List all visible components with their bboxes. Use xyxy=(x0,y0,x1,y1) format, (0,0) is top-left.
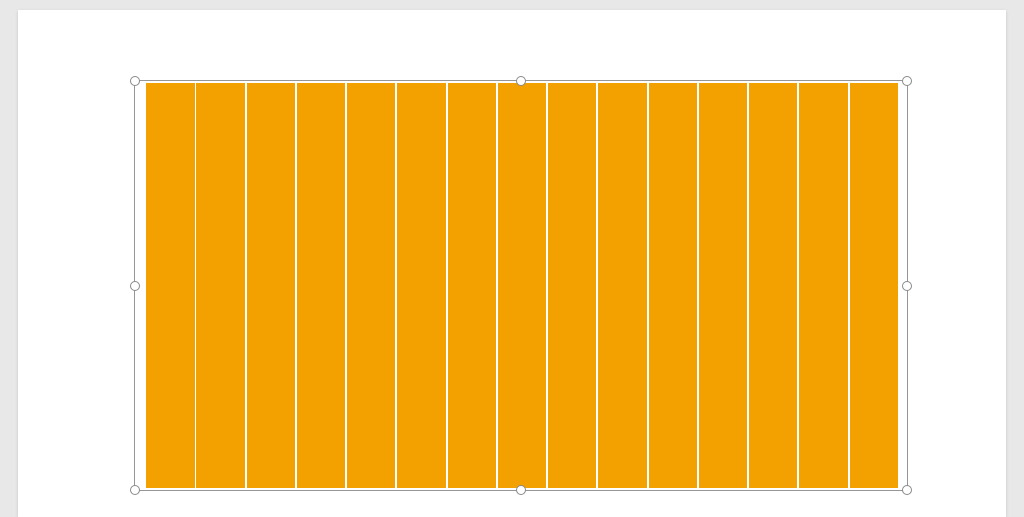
bar-slot xyxy=(296,83,346,488)
plot-area[interactable] xyxy=(145,83,899,488)
resize-handle-bottom-middle[interactable] xyxy=(516,485,526,495)
resize-handle-top-left[interactable] xyxy=(130,76,140,86)
bar[interactable] xyxy=(146,83,195,488)
bar-slot xyxy=(698,83,748,488)
bar[interactable] xyxy=(799,83,847,488)
resize-handle-bottom-left[interactable] xyxy=(130,485,140,495)
resize-handle-middle-right[interactable] xyxy=(902,281,912,291)
resize-handle-top-middle[interactable] xyxy=(516,76,526,86)
bar-slot xyxy=(798,83,848,488)
bar[interactable] xyxy=(598,83,646,488)
bar-slot xyxy=(748,83,798,488)
bar[interactable] xyxy=(196,83,244,488)
bar-slot xyxy=(597,83,647,488)
resize-handle-top-right[interactable] xyxy=(902,76,912,86)
bar[interactable] xyxy=(649,83,697,488)
bar-slot xyxy=(246,83,296,488)
bar-slot xyxy=(346,83,396,488)
bar[interactable] xyxy=(347,83,395,488)
bar-slot xyxy=(849,83,899,488)
resize-handle-bottom-right[interactable] xyxy=(902,485,912,495)
bar-slot xyxy=(648,83,698,488)
bar[interactable] xyxy=(498,83,546,488)
bar[interactable] xyxy=(699,83,747,488)
bar-slot xyxy=(447,83,497,488)
bar[interactable] xyxy=(448,83,496,488)
bar[interactable] xyxy=(397,83,445,488)
bar[interactable] xyxy=(297,83,345,488)
bar[interactable] xyxy=(749,83,797,488)
bar[interactable] xyxy=(247,83,295,488)
bar-slot xyxy=(547,83,597,488)
bar-slot xyxy=(145,83,195,488)
bar[interactable] xyxy=(548,83,596,488)
bar-slot xyxy=(396,83,446,488)
bar[interactable] xyxy=(850,83,898,488)
resize-handle-middle-left[interactable] xyxy=(130,281,140,291)
chart-object[interactable] xyxy=(134,80,908,491)
bar-slot xyxy=(195,83,245,488)
document-page xyxy=(18,10,1006,517)
bar-slot xyxy=(497,83,547,488)
